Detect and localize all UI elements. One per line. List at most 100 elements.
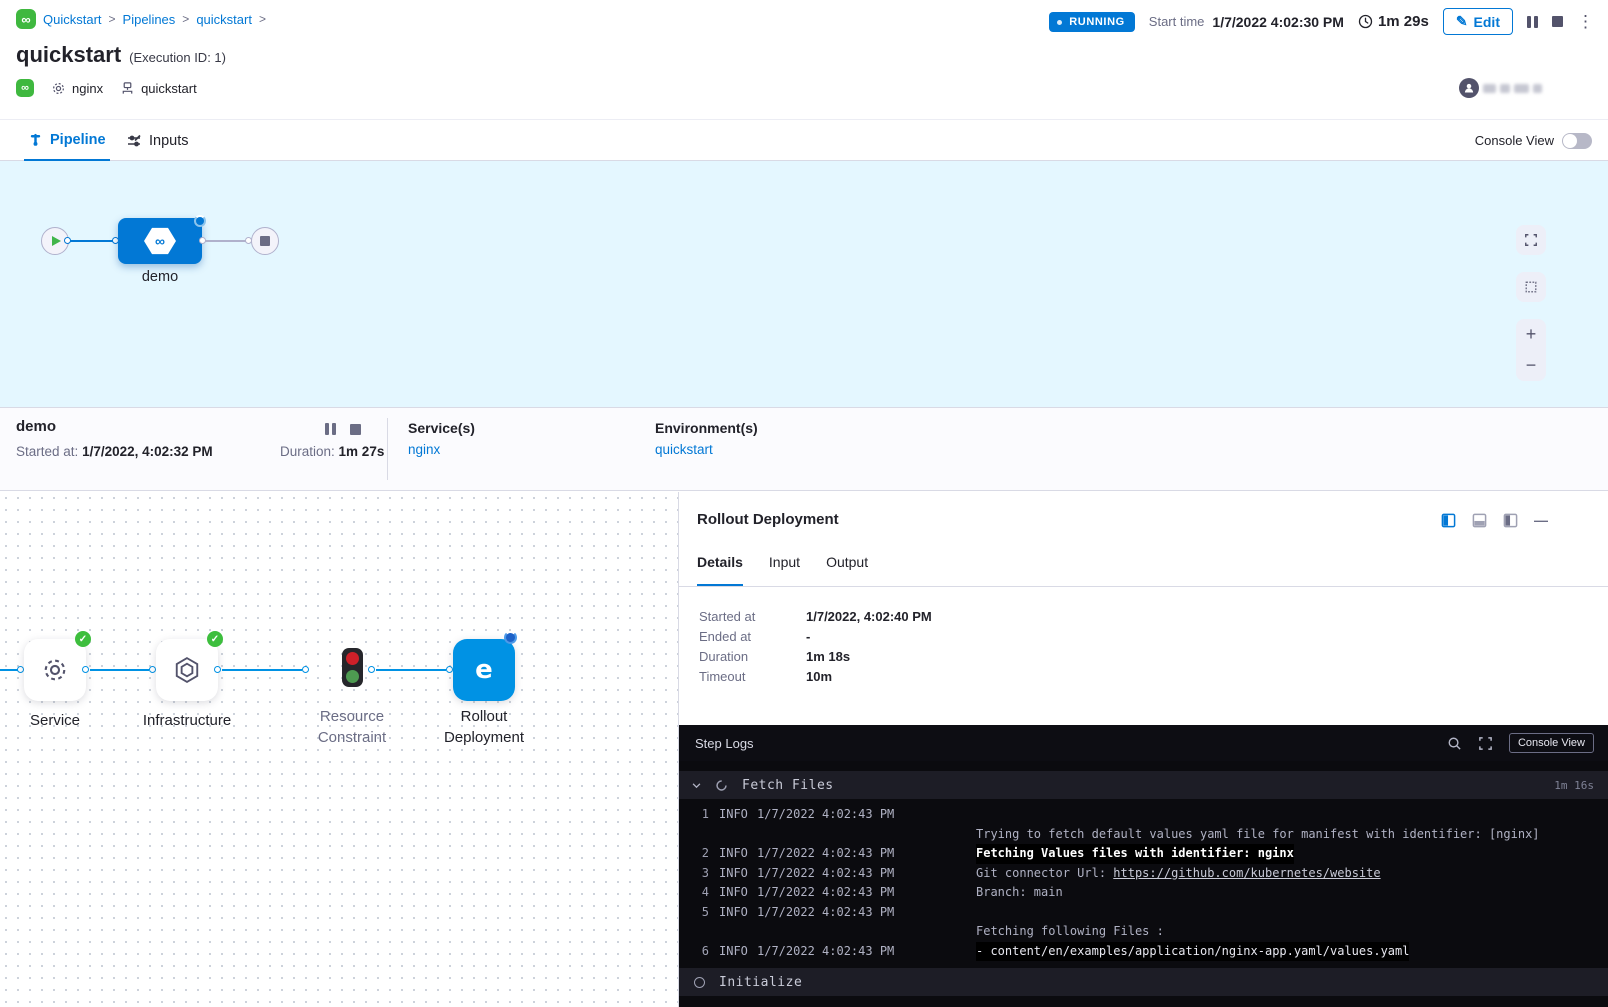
log-search-icon[interactable] — [1447, 736, 1462, 751]
breadcrumb-link-pipelines[interactable]: Pipelines — [123, 12, 176, 27]
log-section-duration: 1m 16s — [1554, 779, 1594, 792]
stage-services: Service(s) nginx — [408, 420, 475, 457]
environment-icon — [120, 81, 135, 96]
edit-button[interactable]: ✎ Edit — [1443, 8, 1513, 35]
tab-pipeline[interactable]: Pipeline — [24, 120, 110, 161]
more-options-icon[interactable]: ⋮ — [1577, 13, 1594, 30]
canvas-zoom-controls: + − — [1516, 319, 1546, 381]
chevron-right-icon: > — [182, 12, 189, 26]
stop-execution-icon[interactable] — [1552, 16, 1563, 27]
log-line: 2INFO1/7/2022 4:02:43 PMFetching Values … — [679, 844, 1608, 864]
connector-line — [222, 669, 302, 671]
redacted-text — [1533, 84, 1542, 93]
stage-node-demo[interactable]: ∞ — [118, 218, 202, 264]
canvas-fullscreen-button[interactable] — [1516, 225, 1546, 255]
infrastructure-hexagon-icon — [172, 655, 202, 685]
detail-row: Timeout10m — [699, 670, 932, 684]
minimize-panel-icon[interactable]: — — [1534, 512, 1548, 528]
connector-line — [70, 240, 118, 242]
success-check-icon: ✓ — [207, 631, 223, 647]
stop-stage-icon[interactable] — [350, 424, 361, 435]
step-detail-panel: Rollout Deployment — Details Input Outpu… — [678, 492, 1608, 1007]
entity-chips: ∞ nginx quickstart — [16, 79, 197, 97]
service-link[interactable]: nginx — [408, 442, 475, 457]
pipeline-stage-canvas: ∞ demo + − — [0, 161, 1608, 407]
breadcrumb-link-pipeline-name[interactable]: quickstart — [196, 12, 252, 27]
step-node-resource-constraint[interactable] — [342, 648, 363, 687]
console-view-label: Console View — [1475, 133, 1554, 148]
cd-stage-icon: ∞ — [144, 227, 176, 255]
log-section-name: Fetch Files — [742, 778, 834, 793]
execution-id: (Execution ID: 1) — [129, 50, 226, 65]
pause-execution-icon[interactable] — [1527, 16, 1538, 28]
environment-chip: quickstart — [120, 81, 197, 96]
service-chip: nginx — [51, 81, 103, 96]
divider — [387, 418, 388, 480]
step-node-service[interactable] — [24, 639, 86, 701]
connector-dot — [446, 666, 453, 673]
breadcrumb-link-quickstart[interactable]: Quickstart — [43, 12, 102, 27]
step-node-rollout-deployment[interactable]: e — [453, 639, 515, 701]
connector-dot — [302, 666, 309, 673]
view-tabbar: Pipeline Inputs Console View — [0, 119, 1608, 161]
page-header: ∞ Quickstart > Pipelines > quickstart > … — [0, 0, 1608, 119]
tab-input[interactable]: Input — [769, 554, 800, 586]
execution-status-row: RUNNING Start time 1/7/2022 4:02:30 PM 1… — [1049, 8, 1594, 35]
title-row: quickstart (Execution ID: 1) — [16, 42, 226, 68]
harness-cd-module-icon: ∞ — [16, 79, 34, 97]
log-line: Trying to fetch default values yaml file… — [679, 825, 1608, 845]
harness-cd-logo-icon: ∞ — [16, 9, 36, 29]
environment-link[interactable]: quickstart — [655, 442, 758, 457]
running-spinner-badge — [504, 631, 517, 644]
canvas-fit-selection-button[interactable] — [1516, 272, 1546, 302]
account-row — [1459, 78, 1542, 98]
connector-line — [204, 240, 249, 242]
connector-dot — [199, 237, 206, 244]
chevron-right-icon: > — [109, 12, 116, 26]
step-details-list: Started at1/7/2022, 4:02:40 PM Ended at-… — [699, 610, 932, 684]
step-node-infrastructure[interactable] — [156, 639, 218, 701]
gear-icon — [51, 81, 66, 96]
tab-output[interactable]: Output — [826, 554, 868, 586]
stage-duration: Duration: 1m 27s — [280, 444, 384, 459]
detail-row: Started at1/7/2022, 4:02:40 PM — [699, 610, 932, 624]
layout-right-panel-icon[interactable] — [1503, 513, 1518, 528]
pipeline-end-node[interactable] — [251, 227, 279, 255]
pause-stage-icon[interactable] — [325, 423, 336, 435]
chevron-down-icon — [691, 780, 702, 791]
connector-line — [376, 669, 446, 671]
layout-vertical-split-icon[interactable] — [1441, 513, 1456, 528]
execution-graph-canvas: ✓ Service ✓ Infrastructure Resource Cons… — [0, 492, 678, 1007]
connector-dot — [149, 666, 156, 673]
zoom-out-button[interactable]: − — [1516, 350, 1546, 381]
step-panel-tabs: Details Input Output — [679, 554, 1608, 587]
log-section-fetch-files[interactable]: Fetch Files 1m 16s — [679, 771, 1608, 799]
log-line: 1INFO1/7/2022 4:02:43 PM — [679, 805, 1608, 825]
log-section-initialize[interactable]: Initialize — [679, 968, 1608, 996]
start-time-label: Start time — [1149, 14, 1205, 29]
connector-line — [90, 669, 149, 671]
tab-details[interactable]: Details — [697, 554, 743, 586]
layout-horizontal-split-icon[interactable] — [1472, 513, 1487, 528]
console-view-toggle[interactable] — [1562, 133, 1592, 149]
redacted-text — [1500, 84, 1510, 93]
tab-inputs[interactable]: Inputs — [122, 120, 193, 161]
log-lines: 1INFO1/7/2022 4:02:43 PM Trying to fetch… — [679, 799, 1608, 961]
fullscreen-icon — [1524, 233, 1538, 247]
page-title: quickstart — [16, 42, 121, 68]
log-line: 4INFO1/7/2022 4:02:43 PMBranch: main — [679, 883, 1608, 903]
running-spinner-badge — [194, 215, 206, 227]
redacted-text — [1514, 84, 1529, 93]
detail-row: Duration1m 18s — [699, 650, 932, 664]
pipeline-icon — [28, 132, 43, 147]
detail-row: Ended at- — [699, 630, 932, 644]
pencil-icon: ✎ — [1456, 13, 1468, 30]
stage-node-label: demo — [108, 269, 212, 285]
console-view-button[interactable]: Console View — [1509, 733, 1594, 753]
log-expand-icon[interactable] — [1478, 736, 1493, 751]
log-line: 3INFO1/7/2022 4:02:43 PMGit connector Ur… — [679, 864, 1608, 884]
pending-circle-icon — [694, 977, 705, 988]
zoom-in-button[interactable]: + — [1516, 319, 1546, 350]
log-line: 5INFO1/7/2022 4:02:43 PM — [679, 903, 1608, 923]
log-url-link[interactable]: https://github.com/kubernetes/website — [1113, 864, 1380, 884]
